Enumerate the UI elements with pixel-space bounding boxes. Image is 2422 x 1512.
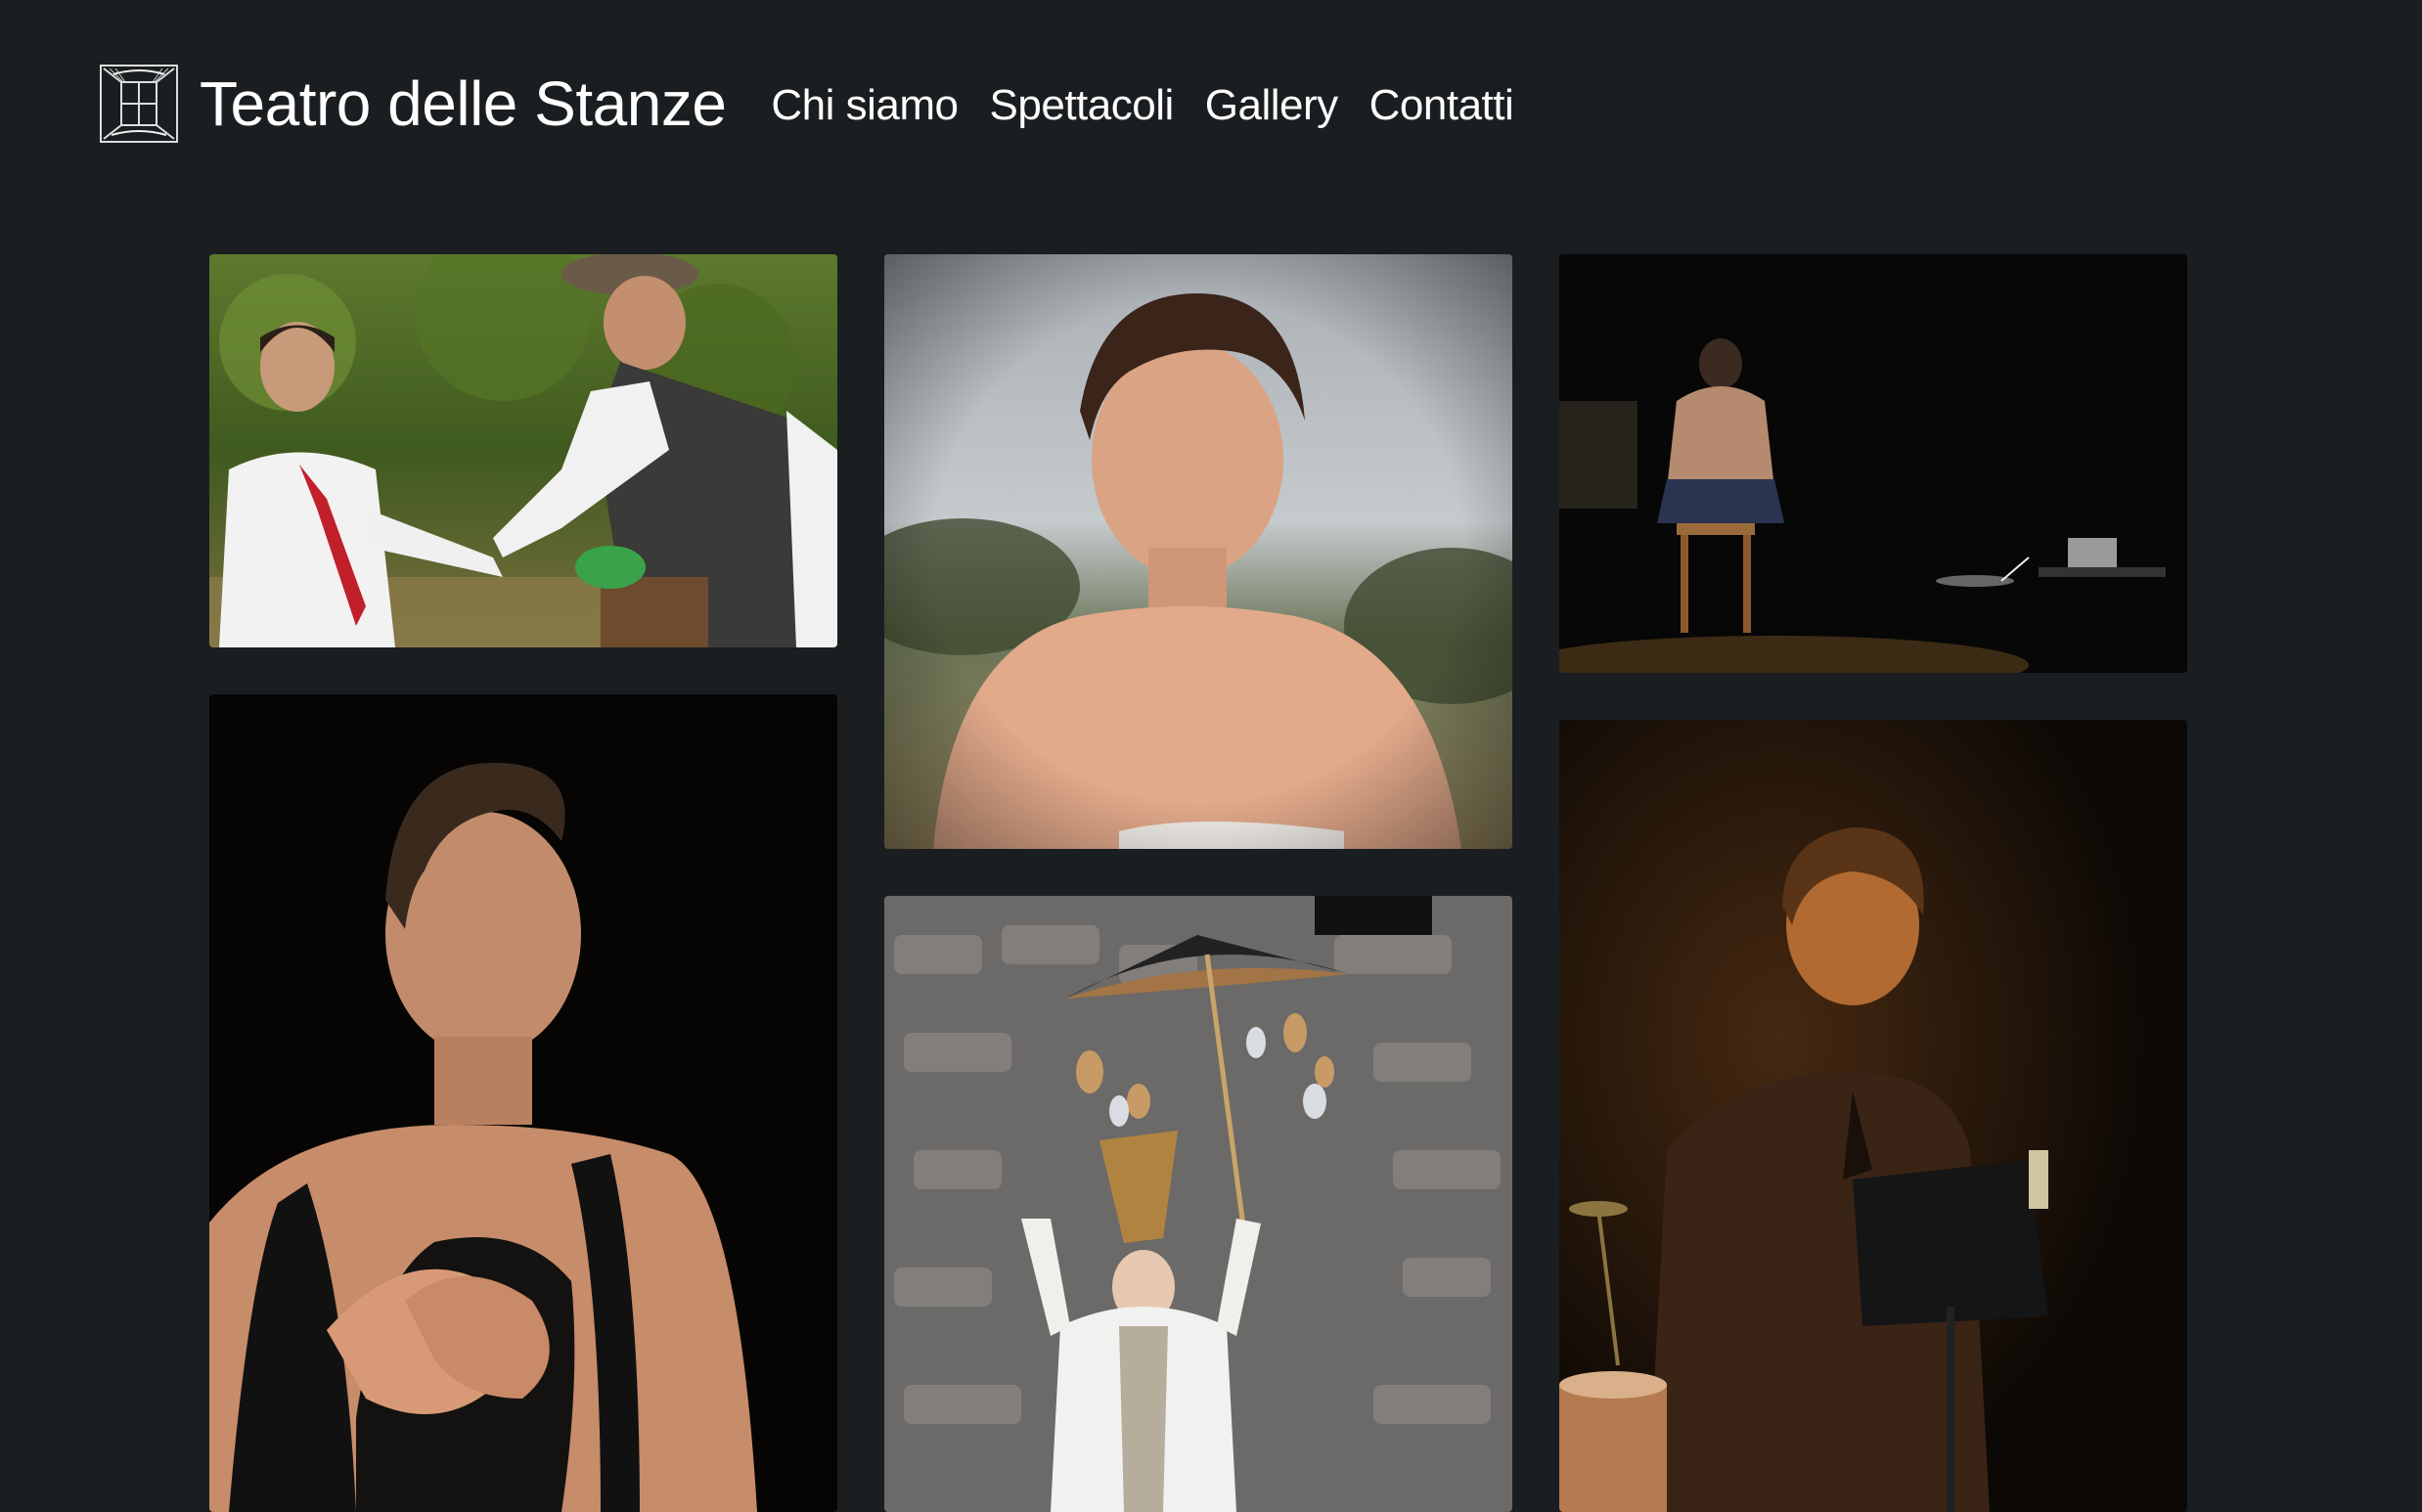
logo-link[interactable] <box>100 65 178 143</box>
main-nav: Chi siamo Spettacoli Gallery Contatti <box>771 77 1513 130</box>
nav-item-contatti[interactable]: Contatti <box>1369 81 1514 130</box>
gallery-photo-handshake[interactable] <box>209 254 837 647</box>
gallery-photo-actress-hands[interactable] <box>209 694 837 1512</box>
nav-item-spettacoli[interactable]: Spettacoli <box>990 81 1175 130</box>
site-header: Teatro delle Stanze Chi siamo Spettacoli… <box>100 63 1514 145</box>
gallery-photo-portrait-woman[interactable] <box>884 254 1512 849</box>
gallery-photo-stage-stool[interactable] <box>1559 254 2187 673</box>
gallery-photo-reader-stand[interactable] <box>1559 720 2187 1512</box>
nav-item-gallery[interactable]: Gallery <box>1205 81 1338 130</box>
gallery-photo-umbrella-performer[interactable] <box>884 896 1512 1512</box>
theatre-logo-icon <box>100 65 178 143</box>
nav-item-chi-siamo[interactable]: Chi siamo <box>771 81 959 130</box>
site-title[interactable]: Teatro delle Stanze <box>200 67 727 140</box>
